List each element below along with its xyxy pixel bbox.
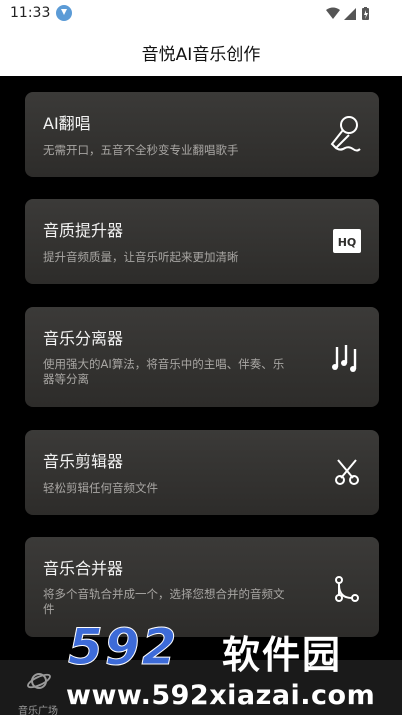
card-title: AI翻唱	[43, 114, 91, 133]
card-desc: 提升音频质量，让音乐听起来更加清晰	[43, 250, 239, 264]
hq-icon: HQ	[333, 229, 361, 253]
wifi-icon	[326, 7, 340, 19]
status-time: 11:33	[10, 5, 51, 21]
watermark: 592 软件园 www.592xiazai.com	[62, 604, 402, 715]
card-desc: 使用强大的AI算法，将音乐中的主唱、伴奏、乐器等分离	[43, 357, 285, 386]
microphone-icon	[330, 116, 361, 152]
download-icon	[56, 5, 72, 21]
card-music-editor[interactable]: 音乐剪辑器 轻松剪辑任何音频文件	[25, 430, 379, 515]
card-title: 音乐合并器	[43, 559, 124, 578]
svg-text:HQ: HQ	[338, 236, 357, 249]
card-ai-cover[interactable]: AI翻唱 无需开口，五音不全秒变专业翻唱歌手	[25, 92, 379, 177]
signal-icon	[344, 8, 356, 20]
watermark-name: 软件园	[222, 633, 343, 677]
watermark-url: www.592xiazai.com	[66, 680, 376, 711]
page-title: 音悦AI音乐创作	[141, 45, 261, 65]
scissors-icon	[335, 459, 359, 485]
nav-item-music-plaza[interactable]: 音乐广场	[10, 666, 70, 715]
card-title: 音乐剪辑器	[43, 452, 124, 471]
feature-list: AI翻唱 无需开口，五音不全秒变专业翻唱歌手 音质提升器 提升音频质量，让音乐听…	[0, 76, 402, 660]
watermark-number: 592	[67, 618, 179, 677]
card-desc: 无需开口，五音不全秒变专业翻唱歌手	[43, 143, 239, 157]
battery-icon	[362, 7, 369, 20]
status-icons	[326, 7, 369, 20]
card-title: 音乐分离器	[43, 329, 124, 348]
card-quality-enhancer[interactable]: 音质提升器 提升音频质量，让音乐听起来更加清晰 HQ	[25, 199, 379, 284]
app-header: 音悦AI音乐创作	[0, 28, 402, 76]
card-desc: 轻松剪辑任何音频文件	[43, 481, 158, 495]
status-bar: 11:33	[0, 0, 402, 28]
watermark-logo: 592 软件园	[62, 614, 402, 678]
card-title: 音质提升器	[43, 221, 124, 240]
card-music-separator[interactable]: 音乐分离器 使用强大的AI算法，将音乐中的主唱、伴奏、乐器等分离	[25, 307, 379, 407]
planet-icon	[27, 673, 51, 689]
nav-item-label: 音乐广场	[18, 706, 58, 715]
equalizer-icon	[332, 345, 357, 372]
merge-icon	[335, 576, 359, 602]
